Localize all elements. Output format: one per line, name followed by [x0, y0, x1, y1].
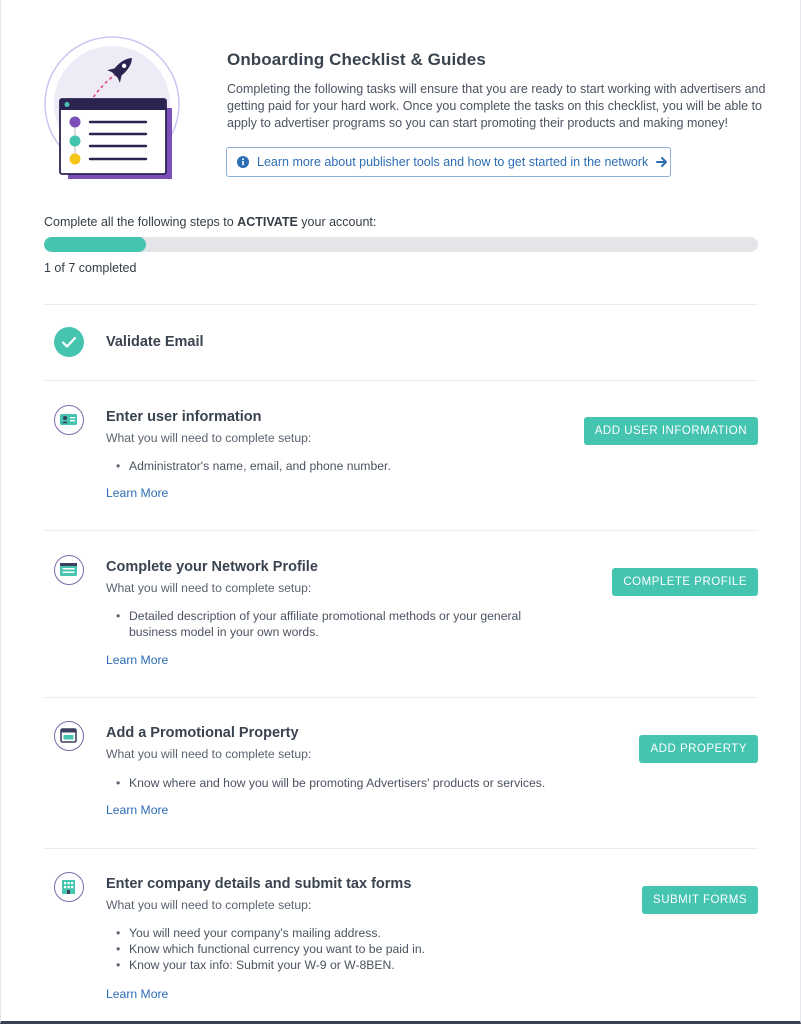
learn-more-banner-text: Learn more about publisher tools and how…: [257, 155, 649, 169]
list-item: Know where and how you will be promoting…: [116, 775, 616, 791]
divider: [44, 380, 758, 381]
progress-bar: [44, 237, 758, 252]
list-item: You will need your company's mailing add…: [116, 925, 546, 941]
complete-profile-button[interactable]: COMPLETE PROFILE: [612, 568, 758, 596]
step-title: Enter user information: [106, 409, 262, 425]
learn-more-link[interactable]: Learn More: [106, 987, 168, 1001]
progress-caption-emphasis: ACTIVATE: [237, 215, 298, 229]
step-subtitle: What you will need to complete setup:: [106, 747, 312, 761]
profile-icon: [54, 555, 84, 585]
arrow-right-icon: [656, 157, 668, 167]
step-title: Add a Promotional Property: [106, 725, 299, 741]
learn-more-link[interactable]: Learn More: [106, 486, 168, 500]
step-title: Validate Email: [106, 334, 204, 350]
step-title: Complete your Network Profile: [106, 559, 318, 575]
requirements-list: Administrator's name, email, and phone n…: [116, 458, 546, 474]
add-property-button[interactable]: ADD PROPERTY: [639, 735, 758, 763]
divider: [44, 848, 758, 849]
requirements-list: Know where and how you will be promoting…: [116, 775, 616, 791]
step-subtitle: What you will need to complete setup:: [106, 898, 312, 912]
progress-caption-text: Complete all the following steps to: [44, 215, 238, 229]
user-card-icon: [54, 405, 84, 435]
header-description: Completing the following tasks will ensu…: [227, 82, 766, 130]
list-item: Administrator's name, email, and phone n…: [116, 458, 546, 474]
divider: [44, 530, 758, 531]
step-subtitle: What you will need to complete setup:: [106, 581, 312, 595]
header-section: Onboarding Checklist & Guides Completing…: [227, 50, 767, 132]
list-item: Know your tax info: Submit your W-9 or W…: [116, 957, 546, 973]
checklist-rocket-illustration: [44, 36, 180, 179]
progress-caption: Complete all the following steps to ACTI…: [44, 215, 376, 229]
learn-more-link[interactable]: Learn More: [106, 803, 168, 817]
building-icon: [54, 872, 84, 902]
learn-more-banner-link[interactable]: Learn more about publisher tools and how…: [226, 147, 671, 177]
info-icon: [237, 156, 249, 168]
progress-count: 1 of 7 completed: [44, 261, 137, 275]
learn-more-link[interactable]: Learn More: [106, 653, 168, 667]
progress-caption-suffix: your account:: [297, 215, 377, 229]
list-item: Know which functional currency you want …: [116, 941, 546, 957]
divider: [44, 304, 758, 305]
submit-forms-button[interactable]: SUBMIT FORMS: [642, 886, 758, 914]
browser-window-icon: [54, 721, 84, 751]
requirements-list: Detailed description of your affiliate p…: [116, 608, 546, 640]
page-title: Onboarding Checklist & Guides: [227, 50, 486, 69]
step-subtitle: What you will need to complete setup:: [106, 431, 312, 445]
list-item: Detailed description of your affiliate p…: [116, 608, 546, 640]
progress-bar-fill: [44, 237, 147, 252]
requirements-list: You will need your company's mailing add…: [116, 925, 546, 973]
add-user-information-button[interactable]: ADD USER INFORMATION: [583, 417, 758, 445]
check-icon: [54, 327, 84, 357]
divider: [44, 697, 758, 698]
step-title: Enter company details and submit tax for…: [106, 876, 412, 892]
